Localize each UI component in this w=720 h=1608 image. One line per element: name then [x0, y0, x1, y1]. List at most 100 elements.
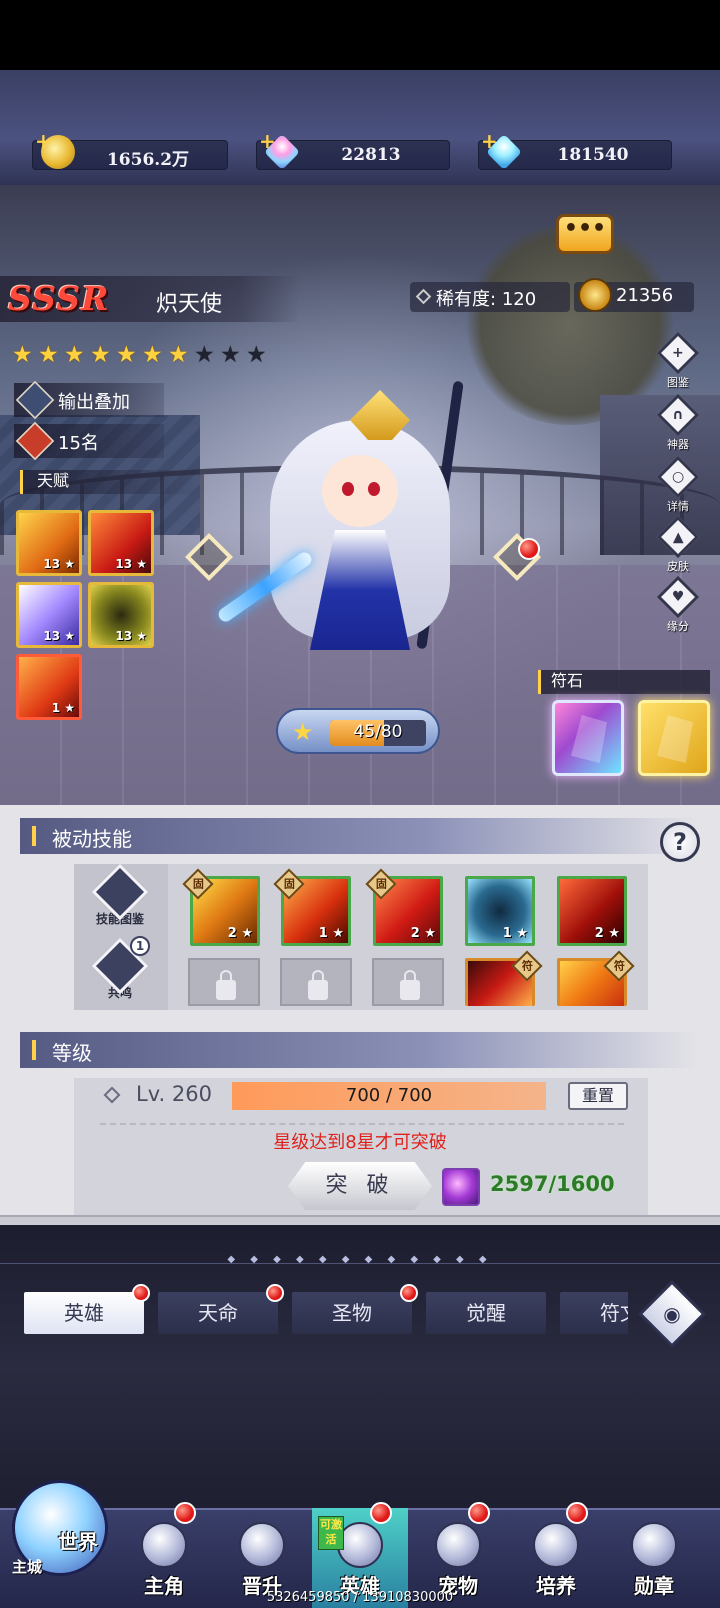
- tab-awaken[interactable]: 觉醒: [426, 1292, 546, 1334]
- side-btn-codex[interactable]: + 图鉴: [652, 331, 704, 396]
- chat-bubble-icon[interactable]: •••: [556, 214, 614, 254]
- main-city-label: 主城: [12, 1558, 43, 1576]
- talent-level: 13 ★: [115, 629, 147, 643]
- add-gold-icon[interactable]: +: [35, 129, 52, 153]
- help-button[interactable]: ?: [660, 822, 700, 862]
- hero-face: [322, 455, 398, 527]
- passive-skill-slot[interactable]: 1 ★: [465, 876, 535, 946]
- notification-dot: [174, 1502, 196, 1524]
- status-area: [0, 0, 720, 70]
- reset-button[interactable]: 重置: [568, 1082, 628, 1110]
- talent-level: 1 ★: [51, 701, 75, 715]
- lock-icon: [216, 970, 236, 1000]
- hero-portrait[interactable]: [215, 380, 490, 680]
- side-btn-skin[interactable]: ▲ 皮肤: [652, 515, 704, 580]
- material-count: 2597/1600: [490, 1172, 615, 1196]
- tab-rune[interactable]: 符文: [560, 1292, 628, 1334]
- hero-exp-text: 45/80: [353, 722, 403, 742]
- side-btn-label: 神器: [667, 438, 689, 451]
- level-text: Lv. 260: [136, 1082, 212, 1106]
- resonance-count: 1: [130, 936, 150, 956]
- level-exp-text: 700 / 700: [345, 1085, 433, 1106]
- skill-level: 2 ★: [594, 926, 620, 941]
- locked-skill-slot[interactable]: [280, 958, 352, 1006]
- talent-slot[interactable]: 13 ★: [88, 510, 154, 576]
- talent-slot[interactable]: 1 ★: [16, 654, 82, 720]
- lock-icon: [308, 970, 328, 1000]
- header-accent: [32, 1040, 36, 1060]
- world-label: 世界: [58, 1530, 98, 1554]
- eye-icon: ◉: [663, 1302, 681, 1326]
- rune-slot-purple[interactable]: [552, 700, 624, 776]
- divider: [100, 1123, 624, 1125]
- codex-icon: +: [656, 331, 700, 375]
- breakthrough-button[interactable]: 突 破: [288, 1162, 432, 1210]
- hero-eye: [342, 482, 354, 496]
- hero-exp-pill[interactable]: ★ 45/80: [276, 708, 440, 754]
- level-title: 等级: [52, 1041, 92, 1065]
- passive-skill-slot[interactable]: 2 ★: [557, 876, 627, 946]
- promotion-icon: [239, 1522, 285, 1568]
- talent-section-label: 天赋: [20, 470, 200, 494]
- skill-level: 2 ★: [227, 926, 253, 941]
- purple-orb-icon: [442, 1168, 480, 1206]
- locked-skill-slot[interactable]: [372, 958, 444, 1006]
- hero-exp-bar: 45/80: [330, 720, 426, 746]
- add-diamond-icon[interactable]: +: [481, 129, 498, 153]
- rune-gem-icon: [657, 715, 693, 763]
- gem-counter[interactable]: + 22813: [256, 129, 450, 171]
- star-filled-icon: ★: [142, 342, 163, 368]
- add-gem-icon[interactable]: +: [259, 129, 276, 153]
- gold-counter[interactable]: + 1656.2万: [32, 129, 228, 170]
- rarity-label: 稀有度:: [436, 289, 497, 310]
- rarity-grade: SSSR: [8, 279, 110, 318]
- notification-dot: [468, 1502, 490, 1524]
- header-accent: [32, 826, 36, 846]
- gold-value: 1656.2万: [106, 150, 190, 170]
- tab-destiny[interactable]: 天命: [158, 1284, 284, 1334]
- talent-slot[interactable]: 13 ★: [16, 510, 82, 576]
- talent-level: 13 ★: [115, 557, 147, 571]
- power-box: 21356: [574, 278, 694, 312]
- tab-hero[interactable]: 英雄: [24, 1284, 150, 1334]
- rarity-box: 稀有度: 120: [410, 282, 570, 312]
- protagonist-icon: [141, 1522, 187, 1568]
- notification-dot: [132, 1284, 150, 1302]
- tab-relic[interactable]: 圣物: [292, 1284, 418, 1334]
- star-filled-icon: ★: [12, 342, 33, 368]
- diamond-counter[interactable]: + 181540: [478, 129, 672, 171]
- rune-slot-gold[interactable]: [638, 700, 710, 776]
- side-btn-artifact[interactable]: ∩ 神器: [652, 393, 704, 458]
- hero-eye: [368, 482, 380, 496]
- side-btn-label: 详情: [667, 500, 689, 513]
- shirt-icon: ▲: [656, 515, 700, 559]
- passive-skill-slot[interactable]: 固 1 ★: [273, 868, 351, 946]
- talent-slot[interactable]: 13 ★: [88, 582, 154, 648]
- side-btn-label: 图鉴: [667, 376, 689, 389]
- skill-level: 1 ★: [502, 926, 528, 941]
- star-filled-icon: ★: [168, 342, 189, 368]
- passive-skill-title: 被动技能: [52, 827, 132, 851]
- rune-skill-slot[interactable]: 符: [557, 950, 635, 1006]
- breakthrough-warning: 星级达到8星才可突破: [273, 1132, 447, 1153]
- passive-skill-slot[interactable]: 固 2 ★: [182, 868, 260, 946]
- star-empty-icon: ★: [194, 342, 215, 368]
- rune-gem-icon: [571, 715, 607, 763]
- side-btn-bond[interactable]: ♥ 缘分: [652, 575, 704, 640]
- level-header: 等级: [20, 1032, 700, 1068]
- passive-skill-slot[interactable]: 固 2 ★: [365, 868, 443, 946]
- side-btn-details[interactable]: ○ 详情: [652, 455, 704, 520]
- magnifier-icon: ○: [656, 455, 700, 499]
- tab-label: 符文: [600, 1301, 628, 1325]
- rune-skill-slot[interactable]: 符: [465, 950, 543, 1006]
- notification-dot: [566, 1502, 588, 1524]
- rarity-value: 120: [501, 289, 537, 310]
- resonance-button[interactable]: 1 共鸣: [91, 936, 150, 1000]
- talent-slot[interactable]: 13 ★: [16, 582, 82, 648]
- tab-label: 天命: [198, 1301, 238, 1325]
- role-label: 输出叠加: [58, 392, 130, 413]
- skill-codex-button[interactable]: 技能图鉴: [91, 863, 149, 926]
- crossed-swords-icon: [15, 380, 55, 420]
- locked-skill-slot[interactable]: [188, 958, 260, 1006]
- world-button[interactable]: 世界 主城: [4, 1468, 116, 1588]
